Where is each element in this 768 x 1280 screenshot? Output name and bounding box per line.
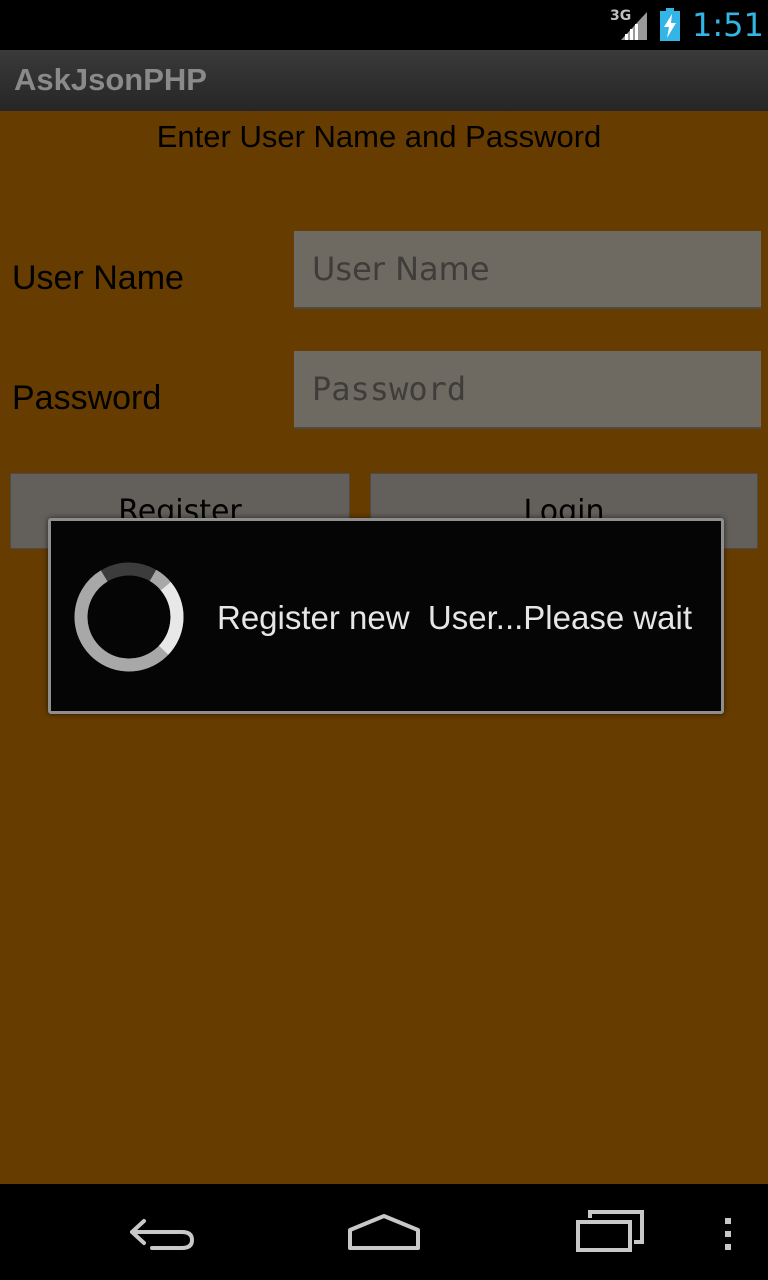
password-input[interactable] [294, 351, 761, 429]
home-icon[interactable] [344, 1202, 424, 1262]
password-label: Password [12, 379, 162, 417]
menu-icon[interactable] [708, 1202, 748, 1262]
dialog-message: Register new User...Please wait [217, 599, 693, 636]
recents-icon[interactable] [572, 1202, 652, 1262]
username-input[interactable] [294, 231, 761, 309]
action-bar: AskJsonPHP [0, 50, 768, 112]
clock: 1:51 [692, 6, 764, 44]
navigation-bar [0, 1184, 768, 1280]
username-label: User Name [12, 259, 184, 297]
signal-icon [621, 12, 647, 40]
battery-charging-icon [660, 8, 680, 41]
form-prompt: Enter User Name and Password [156, 119, 602, 154]
spinner-icon [74, 562, 184, 672]
app-title: AskJsonPHP [14, 62, 207, 97]
progress-dialog: Register new User...Please wait [48, 518, 724, 714]
screen: 3G 1:51 AskJsonPHP Enter User Name and P… [0, 0, 768, 1280]
status-bar: 3G 1:51 [0, 0, 768, 50]
back-icon[interactable] [122, 1202, 202, 1262]
